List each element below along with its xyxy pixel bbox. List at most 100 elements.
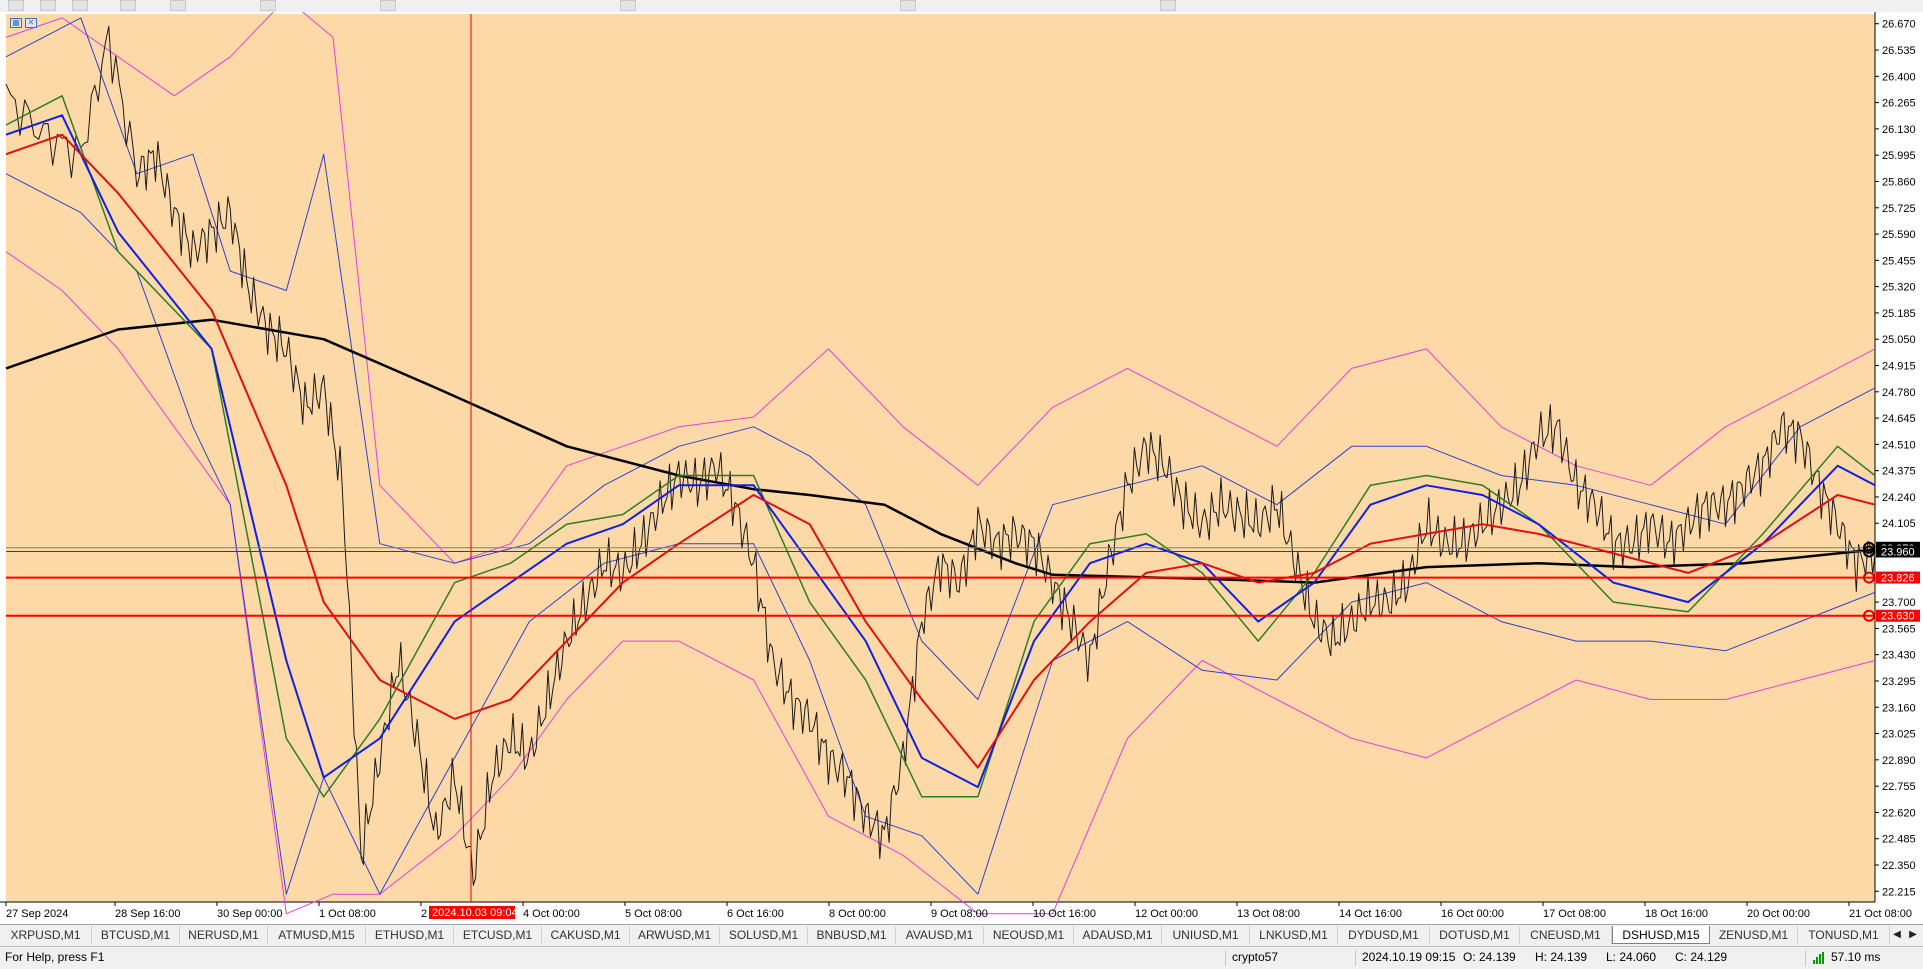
tab-zenusd-m1[interactable]: ZENUSD,M1 <box>1710 926 1798 944</box>
chart-close-icon[interactable]: ✕ <box>25 18 37 28</box>
tab-neousd-m1[interactable]: NEOUSD,M1 <box>984 926 1074 944</box>
y-tick-label: 23.295 <box>1882 676 1916 688</box>
tab-ethusd-m1[interactable]: ETHUSD,M1 <box>366 926 454 944</box>
x-tick-label: 21 Oct 08:00 <box>1849 908 1912 920</box>
y-tick-label: 25.455 <box>1882 255 1916 267</box>
x-tick-label: 4 Oct 00:00 <box>523 908 580 920</box>
tab-atmusd-m15[interactable]: ATMUSD,M15 <box>268 926 366 944</box>
y-tick-label: 26.670 <box>1882 19 1916 31</box>
y-tick-label: 25.860 <box>1882 176 1916 188</box>
toolbar-button[interactable] <box>8 0 24 11</box>
tab-etcusd-m1[interactable]: ETCUSD,M1 <box>454 926 542 944</box>
x-tick-label: 27 Sep 2024 <box>6 908 68 920</box>
x-tick-label: 30 Sep 00:00 <box>217 908 282 920</box>
y-tick-label: 24.510 <box>1882 439 1916 451</box>
x-tick-label: 14 Oct 16:00 <box>1339 908 1402 920</box>
status-high: H: 24.139 <box>1535 950 1588 964</box>
x-tick-label: 20 Oct 00:00 <box>1747 908 1810 920</box>
tab-arwusd-m1[interactable]: ARWUSD,M1 <box>630 926 720 944</box>
y-tick-label: 24.645 <box>1882 413 1916 425</box>
y-tick-label: 23.160 <box>1882 702 1916 714</box>
toolbar-button[interactable] <box>620 0 636 11</box>
tab-dshusd-m15[interactable]: DSHUSD,M15 <box>1612 926 1710 944</box>
y-tick-label: 26.130 <box>1882 124 1916 136</box>
chart-plot-area <box>6 14 1875 902</box>
status-profile: crypto57 <box>1232 950 1279 964</box>
y-tick-label: 23.025 <box>1882 729 1916 741</box>
y-tick-label: 25.590 <box>1882 229 1916 241</box>
triangle-right-icon[interactable]: ▶ <box>1906 926 1920 944</box>
x-tick-label: 6 Oct 16:00 <box>727 908 784 920</box>
tab-xrpusd-m1[interactable]: XRPUSD,M1 <box>0 926 92 944</box>
toolbar-button[interactable] <box>120 0 136 11</box>
tab-dotusd-m1[interactable]: DOTUSD,M1 <box>1430 926 1520 944</box>
y-tick-label: 24.375 <box>1882 466 1916 478</box>
y-tick-label: 24.780 <box>1882 387 1916 399</box>
toolbar-button[interactable] <box>72 0 88 11</box>
price-tag-label: 23.960 <box>1881 546 1915 558</box>
y-tick-label: 24.915 <box>1882 361 1916 373</box>
triangle-left-icon[interactable]: ◀ <box>1890 926 1904 944</box>
status-bar: For Help, press F1 crypto57 2024.10.19 0… <box>0 946 1923 969</box>
y-tick-label: 26.400 <box>1882 71 1916 83</box>
y-tick-label: 22.890 <box>1882 755 1916 767</box>
y-tick-label: 25.725 <box>1882 203 1916 215</box>
y-tick-label: 23.700 <box>1882 597 1916 609</box>
tab-avausd-m1[interactable]: AVAUSD,M1 <box>896 926 984 944</box>
y-tick-label: 24.105 <box>1882 518 1916 530</box>
y-tick-label: 23.565 <box>1882 623 1916 635</box>
tab-cneusd-m1[interactable]: CNEUSD,M1 <box>1520 926 1612 944</box>
chart-corner-controls: ▦ ✕ <box>10 16 40 28</box>
price-tag-label: 23.826 <box>1881 573 1915 585</box>
crosshair-time-label: 2024.10.03 09:04 <box>432 907 518 919</box>
tab-uniusd-m1[interactable]: UNIUSD,M1 <box>1162 926 1250 944</box>
status-divider <box>1225 950 1226 966</box>
y-tick-label: 22.350 <box>1882 860 1916 872</box>
toolbar-button[interactable] <box>1160 0 1176 11</box>
chart-grid-icon[interactable]: ▦ <box>10 18 22 28</box>
y-tick-label: 23.430 <box>1882 650 1916 662</box>
y-tick-label: 22.485 <box>1882 834 1916 846</box>
x-tick-label: 13 Oct 08:00 <box>1237 908 1300 920</box>
price-tag-label: 23.630 <box>1881 611 1915 623</box>
x-tick-label: 1 Oct 08:00 <box>319 908 376 920</box>
x-tick-label: 17 Oct 08:00 <box>1543 908 1606 920</box>
toolbar-button[interactable] <box>900 0 916 11</box>
chart-window[interactable]: 26.670 26.535 26.400 26.265 26.130 25.995 25.8… <box>0 12 1923 924</box>
y-tick-label: 22.215 <box>1882 886 1916 898</box>
status-datetime: 2024.10.19 09:15 <box>1362 950 1456 964</box>
tab-adausd-m1[interactable]: ADAUSD,M1 <box>1074 926 1162 944</box>
x-tick-label: 5 Oct 08:00 <box>625 908 682 920</box>
tab-btcusd-m1[interactable]: BTCUSD,M1 <box>92 926 180 944</box>
y-tick-label: 26.535 <box>1882 45 1916 57</box>
tab-tonusd-m1[interactable]: TONUSD,M1 <box>1798 926 1890 944</box>
tab-lnkusd-m1[interactable]: LNKUSD,M1 <box>1250 926 1338 944</box>
chart-tabs-bar: XRPUSD,M1 BTCUSD,M1 NERUSD,M1 ATMUSD,M15 ETH… <box>0 924 1923 946</box>
y-tick-label: 22.755 <box>1882 781 1916 793</box>
status-divider <box>1805 950 1806 966</box>
tab-dydusd-m1[interactable]: DYDUSD,M1 <box>1338 926 1430 944</box>
status-open: O: 24.139 <box>1463 950 1516 964</box>
y-tick-label: 25.320 <box>1882 282 1916 294</box>
y-tick-label: 26.265 <box>1882 98 1916 110</box>
x-tick-label: 2 <box>421 908 427 920</box>
tab-bnbusd-m1[interactable]: BNBUSD,M1 <box>808 926 896 944</box>
x-tick-label: 10 Oct 16:00 <box>1033 908 1096 920</box>
toolbar-button[interactable] <box>380 0 396 11</box>
price-chart[interactable]: 26.670 26.535 26.400 26.265 26.130 25.995 25.8… <box>0 12 1923 924</box>
toolbar-button[interactable] <box>260 0 276 11</box>
tab-cakusd-m1[interactable]: CAKUSD,M1 <box>542 926 630 944</box>
y-tick-label: 24.240 <box>1882 492 1916 504</box>
toolbar-button[interactable] <box>40 0 56 11</box>
status-help-text: For Help, press F1 <box>5 950 105 964</box>
tab-nerusd-m1[interactable]: NERUSD,M1 <box>180 926 268 944</box>
tab-solusd-m1[interactable]: SOLUSD,M1 <box>720 926 808 944</box>
status-ping: 57.10 ms <box>1831 950 1881 964</box>
toolbar-button[interactable] <box>170 0 186 11</box>
x-tick-label: 28 Sep 16:00 <box>115 908 180 920</box>
x-tick-label: 9 Oct 08:00 <box>931 908 988 920</box>
x-tick-label: 8 Oct 00:00 <box>829 908 886 920</box>
y-tick-label: 25.185 <box>1882 308 1916 320</box>
y-tick-label: 25.050 <box>1882 334 1916 346</box>
status-low: L: 24.060 <box>1606 950 1657 964</box>
